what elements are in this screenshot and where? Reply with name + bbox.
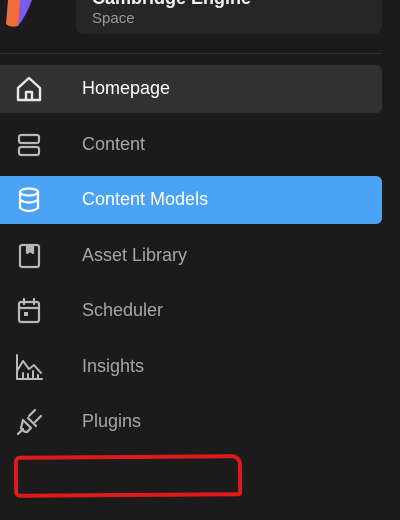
calendar-icon bbox=[14, 297, 44, 325]
space-switcher[interactable]: Cambridge Engine Space bbox=[76, 0, 382, 34]
red-annotation-box bbox=[13, 454, 243, 498]
space-name: Cambridge Engine bbox=[92, 0, 251, 9]
content-icon bbox=[14, 131, 44, 159]
nav-item-content[interactable]: Content bbox=[0, 121, 382, 169]
home-icon bbox=[14, 75, 44, 103]
nav-label-content-models: Content Models bbox=[82, 189, 209, 209]
asset-library-icon bbox=[14, 242, 44, 270]
brand-logo[interactable] bbox=[0, 0, 40, 28]
database-icon bbox=[14, 186, 44, 214]
nav-label-asset-library: Asset Library bbox=[82, 244, 188, 265]
nav-item-content-models[interactable]: Content Models bbox=[0, 176, 382, 224]
nav-item-scheduler[interactable]: Scheduler bbox=[0, 287, 382, 335]
header-divider bbox=[0, 53, 382, 54]
nav-item-homepage[interactable]: Homepage bbox=[0, 65, 382, 113]
nav-label-scheduler: Scheduler bbox=[82, 300, 164, 320]
sidebar: Cambridge Engine Space Homepage Content bbox=[0, 0, 400, 520]
nav-label-content: Content bbox=[82, 133, 146, 154]
nav-label-insights: Insights bbox=[82, 355, 145, 376]
insights-chart-icon bbox=[14, 353, 44, 381]
plug-icon bbox=[14, 408, 44, 436]
nav-label-plugins: Plugins bbox=[82, 411, 142, 431]
nav-menu: Homepage Content Content Models Asset Li… bbox=[0, 65, 382, 454]
nav-item-plugins[interactable]: Plugins bbox=[0, 398, 382, 446]
nav-item-insights[interactable]: Insights bbox=[0, 343, 382, 391]
nav-item-asset-library[interactable]: Asset Library bbox=[0, 232, 382, 280]
space-subtitle: Space bbox=[92, 10, 135, 27]
nav-label-homepage: Homepage bbox=[82, 78, 171, 98]
